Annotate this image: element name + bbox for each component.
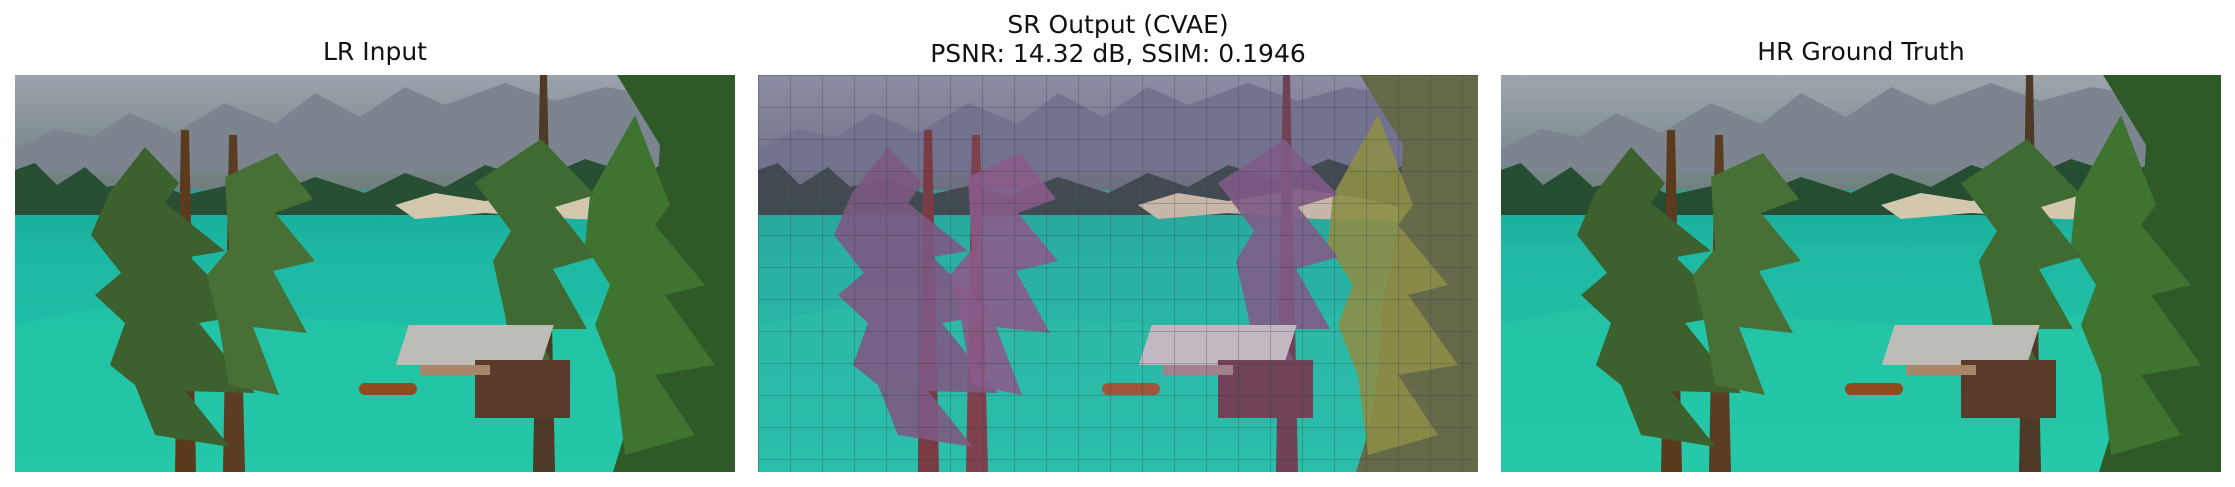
- sr-output-title-line-1: SR Output (CVAE): [1007, 10, 1229, 39]
- boathouse-roof: [395, 325, 554, 365]
- hr-ground-truth-image: [1501, 75, 2221, 472]
- sr-output-title-line-2: PSNR: 14.32 dB, SSIM: 0.1946: [930, 39, 1306, 68]
- patch-grid-overlay: [758, 75, 1478, 472]
- sr-output-title: SR Output (CVAE) PSNR: 14.32 dB, SSIM: 0…: [758, 10, 1478, 68]
- rowboat: [359, 383, 417, 395]
- boat-dock: [420, 365, 490, 375]
- boat-dock: [1906, 365, 1976, 375]
- lr-input-title-line-1: LR Input: [323, 37, 427, 66]
- hr-ground-truth-title: HR Ground Truth: [1501, 37, 2221, 66]
- lr-input-image: [15, 75, 735, 472]
- sr-output-image: [758, 75, 1478, 472]
- hr-ground-truth-title-line-1: HR Ground Truth: [1757, 37, 1965, 66]
- boathouse-roof: [1881, 325, 2040, 365]
- lake-scene-lr: [15, 75, 735, 472]
- lake-scene-hr: [1501, 75, 2221, 472]
- lake-scene-sr: [758, 75, 1478, 472]
- lr-input-title: LR Input: [15, 37, 735, 66]
- rowboat: [1845, 383, 1903, 395]
